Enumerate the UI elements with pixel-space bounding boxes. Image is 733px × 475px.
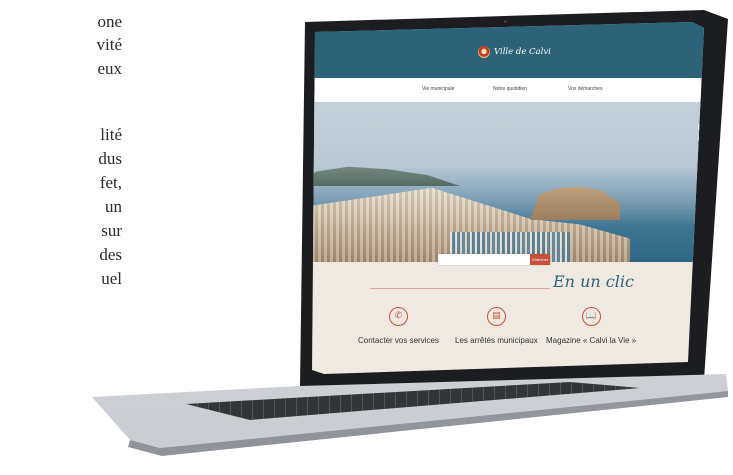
search-button[interactable]: Chercher <box>530 254 550 265</box>
hero-citadel <box>530 186 620 220</box>
service-contact[interactable]: ✆ Contacter vos services <box>358 307 439 345</box>
phone-icon: ✆ <box>388 307 408 326</box>
camera-dot <box>504 20 507 23</box>
service-label: Les arrêtés municipaux <box>455 336 538 345</box>
nav-item-notre-quotidien[interactable]: Notre quotidien <box>493 86 527 92</box>
nav-item-vie-municipale[interactable]: Vie municipale <box>422 86 454 92</box>
book-icon: 📖 <box>581 307 601 326</box>
nav-item-vos-demarches[interactable]: Vos démarches <box>568 86 602 92</box>
main-nav: Vie municipale Notre quotidien Vos démar… <box>312 78 704 102</box>
document-icon: ▤ <box>486 307 506 326</box>
service-arretes[interactable]: ▤ Les arrêtés municipaux <box>455 307 538 345</box>
laptop: Ville de Calvi Vie municipale Notre quot… <box>0 0 733 475</box>
service-magazine[interactable]: 📖 Magazine « Calvi la Vie » <box>546 307 636 345</box>
site-title: Ville de Calvi <box>494 47 551 57</box>
service-label: Magazine « Calvi la Vie » <box>546 336 637 345</box>
service-label: Contacter vos services <box>358 336 439 345</box>
laptop-screen: Ville de Calvi Vie municipale Notre quot… <box>312 22 704 374</box>
hero-mountain <box>312 166 460 186</box>
section-title: En un clic <box>553 272 634 291</box>
crest-icon <box>478 46 490 58</box>
section-divider <box>370 288 550 289</box>
site-logo[interactable]: Ville de Calvi <box>478 46 551 58</box>
hero-image <box>312 102 704 262</box>
